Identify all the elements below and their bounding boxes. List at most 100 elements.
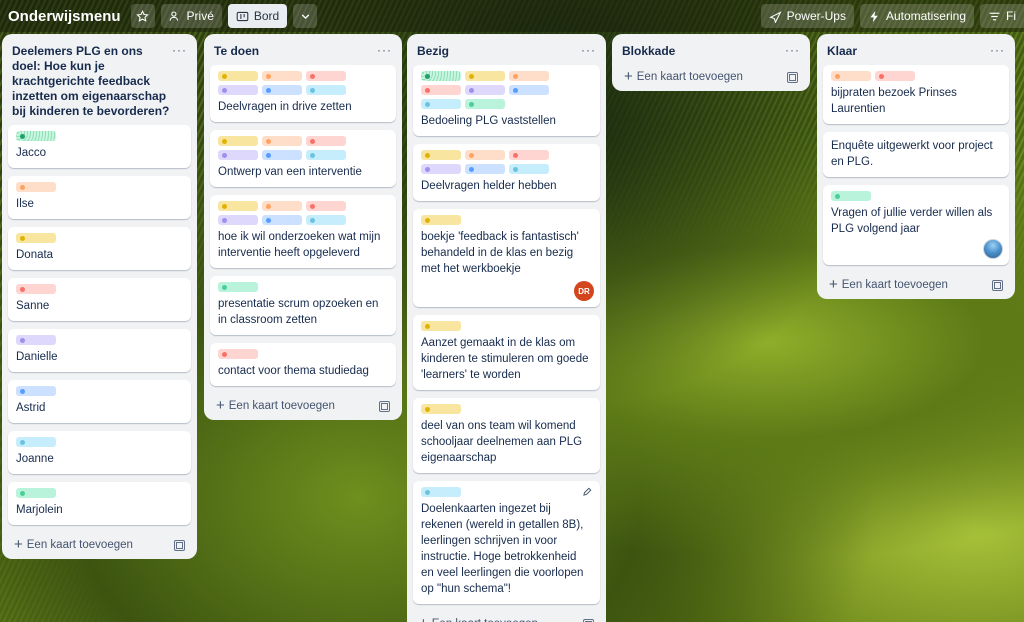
label-red[interactable] [875, 71, 915, 81]
card[interactable]: Joanne [8, 431, 191, 474]
label-red[interactable] [218, 349, 258, 359]
card-template-icon[interactable] [992, 279, 1003, 291]
member-avatar[interactable]: DR [574, 281, 594, 301]
label-sky[interactable] [306, 85, 346, 95]
card[interactable]: Deelvragen helder hebben [413, 144, 600, 201]
filter-button[interactable]: Fi [980, 4, 1024, 28]
label-purple[interactable] [421, 164, 461, 174]
label-purple[interactable] [218, 215, 258, 225]
more-icon[interactable]: ··· [581, 44, 596, 59]
label-orange[interactable] [262, 71, 302, 81]
card-template-icon[interactable] [174, 539, 185, 551]
add-card-button[interactable]: +Een kaart toevoegen [14, 537, 133, 552]
board-title[interactable]: Onderwijsmenu [8, 8, 121, 25]
label-orange[interactable] [262, 136, 302, 146]
visibility-button[interactable]: Privé [160, 4, 222, 28]
more-icon[interactable]: ··· [990, 44, 1005, 59]
view-board-button[interactable]: Bord [227, 4, 288, 28]
card[interactable]: presentatie scrum opzoeken en in classro… [210, 276, 396, 335]
list-title[interactable]: Te doen [214, 44, 259, 59]
label-orange[interactable] [509, 71, 549, 81]
label-sky[interactable] [509, 164, 549, 174]
label-blue[interactable] [262, 215, 302, 225]
label-orange[interactable] [262, 201, 302, 211]
card-template-icon[interactable] [787, 71, 798, 83]
label-red[interactable] [509, 150, 549, 160]
card[interactable]: Vragen of jullie verder willen als PLG v… [823, 185, 1009, 265]
card[interactable]: Marjolein [8, 482, 191, 525]
label-sky[interactable] [306, 215, 346, 225]
view-switcher-button[interactable] [293, 4, 318, 28]
add-card-button[interactable]: +Een kaart toevoegen [829, 277, 948, 292]
label-sky[interactable] [16, 437, 56, 447]
label-sky[interactable] [421, 99, 461, 109]
label-purple[interactable] [218, 150, 258, 160]
card[interactable]: Danielle [8, 329, 191, 372]
card[interactable]: Ilse [8, 176, 191, 219]
add-card-button[interactable]: +Een kaart toevoegen [419, 616, 538, 622]
label-red[interactable] [306, 71, 346, 81]
label-yellow[interactable] [218, 136, 258, 146]
member-avatar[interactable] [983, 239, 1003, 259]
label-yellow[interactable] [421, 404, 461, 414]
label-yellow[interactable] [16, 233, 56, 243]
star-button[interactable] [130, 4, 155, 28]
label-purple[interactable] [16, 335, 56, 345]
label-orange[interactable] [831, 71, 871, 81]
label-yellow[interactable] [421, 321, 461, 331]
card-template-icon[interactable] [379, 400, 390, 412]
label-yellow[interactable] [421, 215, 461, 225]
card[interactable]: boekje 'feedback is fantastisch' behande… [413, 209, 600, 307]
card[interactable]: Aanzet gemaakt in de klas om kinderen te… [413, 315, 600, 390]
add-card-button[interactable]: +Een kaart toevoegen [624, 69, 743, 84]
label-yellow[interactable] [421, 150, 461, 160]
card[interactable]: bijpraten bezoek Prinses Laurentien [823, 65, 1009, 124]
more-icon[interactable]: ··· [377, 44, 392, 59]
label-red[interactable] [306, 136, 346, 146]
label-blue[interactable] [16, 386, 56, 396]
label-red[interactable] [306, 201, 346, 211]
more-icon[interactable]: ··· [785, 44, 800, 59]
edit-icon[interactable] [582, 487, 592, 497]
label-orange[interactable] [465, 150, 505, 160]
label-blue[interactable] [262, 85, 302, 95]
list-title[interactable]: Klaar [827, 44, 857, 59]
automation-button[interactable]: Automatisering [859, 4, 974, 28]
card[interactable]: Enquête uitgewerkt voor project en PLG. [823, 132, 1009, 177]
add-card-button[interactable]: +Een kaart toevoegen [216, 398, 335, 413]
card[interactable]: contact voor thema studiedag [210, 343, 396, 386]
card-template-icon[interactable] [583, 618, 594, 622]
card[interactable]: Donata [8, 227, 191, 270]
card[interactable]: Doelenkaarten ingezet bij rekenen (werel… [413, 481, 600, 604]
label-purple[interactable] [218, 85, 258, 95]
list-title[interactable]: Blokkade [622, 44, 675, 59]
label-green[interactable] [465, 99, 505, 109]
label-yellow[interactable] [465, 71, 505, 81]
label-green-dot[interactable] [421, 71, 461, 81]
label-sky[interactable] [421, 487, 461, 497]
label-green-dot[interactable] [16, 131, 56, 141]
more-icon[interactable]: ··· [172, 44, 187, 119]
powerups-button[interactable]: Power-Ups [760, 4, 854, 28]
label-sky[interactable] [306, 150, 346, 160]
card[interactable]: Sanne [8, 278, 191, 321]
label-blue[interactable] [465, 164, 505, 174]
label-red[interactable] [16, 284, 56, 294]
label-purple[interactable] [465, 85, 505, 95]
label-blue[interactable] [509, 85, 549, 95]
card[interactable]: Jacco [8, 125, 191, 168]
label-green[interactable] [218, 282, 258, 292]
card[interactable]: deel van ons team wil komend schooljaar … [413, 398, 600, 473]
list-title[interactable]: Deelemers PLG en ons doel: Hoe kun je kr… [12, 44, 172, 119]
label-blue[interactable] [262, 150, 302, 160]
label-orange[interactable] [16, 182, 56, 192]
label-yellow[interactable] [218, 71, 258, 81]
card[interactable]: Deelvragen in drive zetten [210, 65, 396, 122]
card[interactable]: Astrid [8, 380, 191, 423]
label-red[interactable] [421, 85, 461, 95]
label-green[interactable] [831, 191, 871, 201]
label-green[interactable] [16, 488, 56, 498]
list-title[interactable]: Bezig [417, 44, 449, 59]
label-yellow[interactable] [218, 201, 258, 211]
card[interactable]: Bedoeling PLG vaststellen [413, 65, 600, 136]
